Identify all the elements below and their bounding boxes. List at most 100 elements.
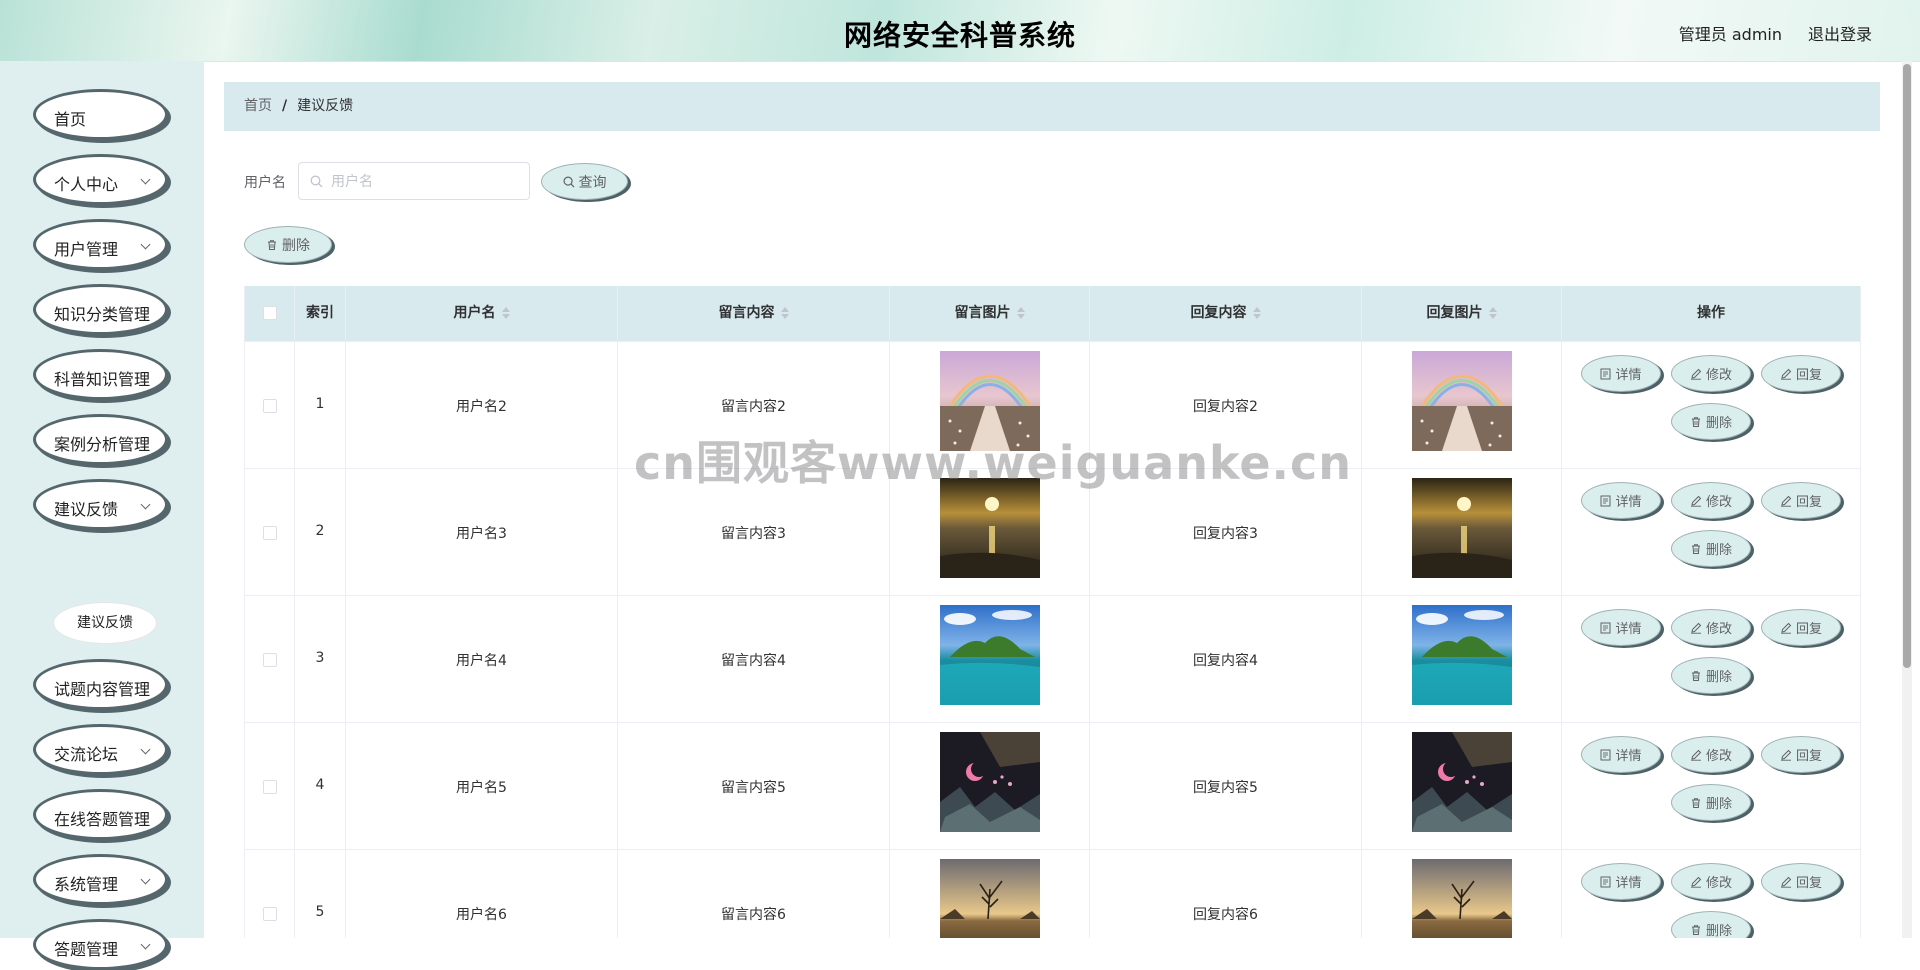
delete-button[interactable]: 删除 [1671, 911, 1751, 938]
sidebar-item-home[interactable]: 首页 [33, 89, 168, 140]
sidebar-item-answer-management[interactable]: 答题管理 [33, 919, 168, 970]
reply-button[interactable]: 回复 [1761, 736, 1841, 773]
select-all-checkbox[interactable] [262, 306, 277, 320]
edit-button[interactable]: 修改 [1671, 863, 1751, 900]
edit-button[interactable]: 修改 [1671, 736, 1751, 773]
message-value: 留言内容5 [721, 780, 786, 796]
search-input[interactable] [329, 163, 523, 201]
detail-button[interactable]: 详情 [1581, 482, 1661, 519]
actions-cell: 详情 修改 回复 删除 [1562, 468, 1861, 595]
sidebar-item-personal-center[interactable]: 个人中心 [33, 154, 168, 205]
sidebar-item-case-analysis[interactable]: 案例分析管理 [33, 414, 168, 465]
header-reply[interactable]: 回复内容 [1090, 286, 1362, 341]
edit-button[interactable]: 修改 [1671, 355, 1751, 392]
document-icon [1600, 368, 1611, 379]
index-cell: 4 [295, 722, 346, 849]
delete-button[interactable]: 删除 [1671, 403, 1751, 440]
query-button-label: 查询 [578, 174, 607, 191]
lake-tree-image[interactable] [1411, 859, 1512, 938]
night-moon-image[interactable] [1411, 732, 1512, 832]
row-checkbox[interactable] [262, 653, 277, 667]
detail-button[interactable]: 详情 [1581, 609, 1661, 646]
sidebar: 首页 个人中心 用户管理 知识分类管理 科普知识管理 案例分析管理 建议反馈 建… [0, 61, 204, 970]
index-value: 4 [315, 777, 325, 793]
document-icon [1600, 749, 1611, 760]
header-message[interactable]: 留言内容 [618, 286, 890, 341]
edit-label: 修改 [1705, 749, 1732, 764]
index-value: 1 [315, 396, 325, 412]
index-cell: 2 [295, 468, 346, 595]
sort-icon[interactable] [1488, 307, 1497, 319]
document-icon [1600, 495, 1611, 506]
sidebar-item-label: 在线答题管理 [54, 810, 151, 829]
sidebar-item-question-content[interactable]: 试题内容管理 [33, 659, 168, 710]
row-select-cell [245, 595, 295, 722]
page-scrollbar[interactable] [1902, 61, 1912, 938]
edit-button[interactable]: 修改 [1671, 482, 1751, 519]
reply-label: 回复 [1795, 622, 1822, 637]
sidebar-item-system-management[interactable]: 系统管理 [33, 854, 168, 905]
lake-tree-image[interactable] [939, 859, 1040, 938]
detail-label: 详情 [1615, 876, 1642, 891]
delete-button[interactable]: 删除 [1671, 530, 1751, 567]
batch-delete-button[interactable]: 删除 [244, 226, 332, 263]
sort-icon[interactable] [1016, 307, 1025, 319]
edit-icon [1690, 749, 1702, 761]
reply-button[interactable]: 回复 [1761, 609, 1841, 646]
delete-button[interactable]: 删除 [1671, 784, 1751, 821]
sort-icon[interactable] [780, 307, 789, 319]
header-username[interactable]: 用户名 [346, 286, 618, 341]
edit-icon [1780, 368, 1792, 380]
sort-icon[interactable] [501, 307, 510, 319]
row-checkbox[interactable] [262, 399, 277, 413]
search-field[interactable] [298, 162, 530, 201]
edit-icon [1780, 749, 1792, 761]
reply-cell: 回复内容6 [1090, 849, 1362, 938]
sidebar-item-user-management[interactable]: 用户管理 [33, 219, 168, 270]
edit-icon [1780, 876, 1792, 888]
logout-link[interactable]: 退出登录 [1808, 21, 1872, 45]
row-checkbox[interactable] [262, 907, 277, 921]
sidebar-item-feedback[interactable]: 建议反馈 [33, 479, 168, 530]
row-select-cell [245, 468, 295, 595]
detail-button[interactable]: 详情 [1581, 355, 1661, 392]
sidebar-item-knowledge-category[interactable]: 知识分类管理 [33, 284, 168, 335]
detail-button[interactable]: 详情 [1581, 736, 1661, 773]
reply-value: 回复内容6 [1193, 907, 1258, 923]
delete-button[interactable]: 删除 [1671, 657, 1751, 694]
sort-icon[interactable] [1252, 307, 1261, 319]
detail-button[interactable]: 详情 [1581, 863, 1661, 900]
reply-value: 回复内容4 [1193, 653, 1258, 669]
username-cell: 用户名6 [346, 849, 618, 938]
sidebar-subitem-feedback[interactable]: 建议反馈 [53, 602, 157, 644]
island-lagoon-image[interactable] [1411, 605, 1512, 705]
night-moon-image[interactable] [939, 732, 1040, 832]
sidebar-item-online-quiz[interactable]: 在线答题管理 [33, 789, 168, 840]
sunset-sea-image[interactable] [939, 478, 1040, 578]
row-checkbox[interactable] [262, 780, 277, 794]
sidebar-item-label: 科普知识管理 [54, 370, 151, 389]
delete-label: 删除 [1705, 797, 1732, 812]
delete-label: 删除 [1705, 924, 1732, 938]
header-reply-image[interactable]: 回复图片 [1362, 286, 1562, 341]
index-cell: 5 [295, 849, 346, 938]
rainbow-path-image[interactable] [939, 351, 1040, 451]
breadcrumb-home[interactable]: 首页 [244, 98, 272, 114]
reply-button[interactable]: 回复 [1761, 482, 1841, 519]
reply-button[interactable]: 回复 [1761, 863, 1841, 900]
sidebar-item-forum[interactable]: 交流论坛 [33, 724, 168, 775]
query-button[interactable]: 查询 [541, 163, 628, 200]
rainbow-path-image[interactable] [1411, 351, 1512, 451]
message-value: 留言内容6 [721, 907, 786, 923]
reply-button[interactable]: 回复 [1761, 355, 1841, 392]
sunset-sea-image[interactable] [1411, 478, 1512, 578]
sidebar-item-science-knowledge[interactable]: 科普知识管理 [33, 349, 168, 400]
detail-label: 详情 [1615, 749, 1642, 764]
breadcrumb-separator: / [282, 98, 288, 114]
header-message-image[interactable]: 留言图片 [890, 286, 1090, 341]
edit-button[interactable]: 修改 [1671, 609, 1751, 646]
row-checkbox[interactable] [262, 526, 277, 540]
island-lagoon-image[interactable] [939, 605, 1040, 705]
username-value: 用户名2 [456, 399, 507, 415]
scrollbar-thumb[interactable] [1903, 64, 1911, 668]
